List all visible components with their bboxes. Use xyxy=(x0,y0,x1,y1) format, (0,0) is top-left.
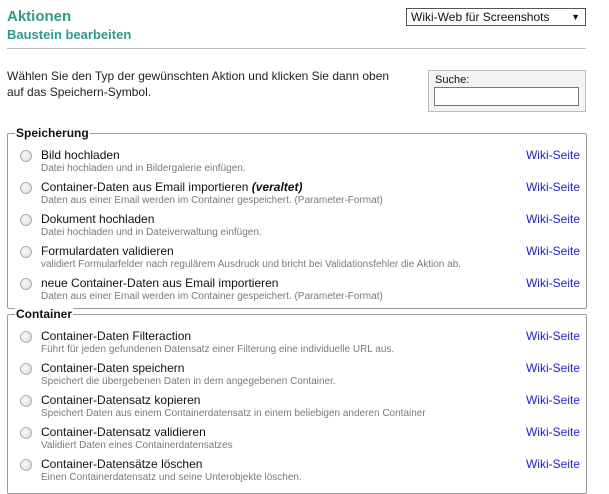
action-title: Formulardaten validieren xyxy=(41,244,174,258)
action-item: neue Container-Daten aus Email importier… xyxy=(8,275,586,307)
action-item: Container-Daten Filteraction Führt für j… xyxy=(8,328,586,360)
action-title: Bild hochladen xyxy=(41,148,120,162)
wiki-page-link[interactable]: Wiki-Seite xyxy=(526,147,580,163)
action-title: Container-Daten aus Email importieren (v… xyxy=(41,180,303,194)
wiki-page-link[interactable]: Wiki-Seite xyxy=(526,360,580,376)
wiki-page-link[interactable]: Wiki-Seite xyxy=(526,275,580,291)
group-legend: Speicherung xyxy=(15,126,90,140)
action-radio[interactable] xyxy=(20,214,32,226)
action-title: Dokument hochladen xyxy=(41,212,155,226)
action-title: neue Container-Daten aus Email importier… xyxy=(41,276,279,290)
action-radio[interactable] xyxy=(20,150,32,162)
action-description: Validiert Daten eines Containerdatensatz… xyxy=(41,440,233,451)
site-select[interactable]: Wiki-Web für Screenshots ▼ xyxy=(406,8,586,26)
wiki-page-link[interactable]: Wiki-Seite xyxy=(526,179,580,195)
action-radio[interactable] xyxy=(20,459,32,471)
wiki-page-link[interactable]: Wiki-Seite xyxy=(526,424,580,440)
action-item: Container-Datensatz validieren Validiert… xyxy=(8,424,586,456)
action-description: Datei hochladen und in Dateiverwaltung e… xyxy=(41,227,262,238)
action-description: Datei hochladen und in Bildergalerie ein… xyxy=(41,163,246,174)
action-title: Container-Datensätze löschen xyxy=(41,457,203,471)
action-description: validiert Formularfelder nach regulärem … xyxy=(41,259,462,270)
action-radio[interactable] xyxy=(20,331,32,343)
action-radio[interactable] xyxy=(20,427,32,439)
search-panel: Suche: xyxy=(428,70,586,112)
action-description: Speichert die übergebenen Daten in dem a… xyxy=(41,376,336,387)
wiki-page-link[interactable]: Wiki-Seite xyxy=(526,243,580,259)
action-description: Daten aus einer Email werden im Containe… xyxy=(41,195,383,206)
header-divider xyxy=(7,48,586,49)
intro-text: Wählen Sie den Typ der gewünschten Aktio… xyxy=(7,69,390,99)
search-label: Suche: xyxy=(435,74,470,86)
action-radio[interactable] xyxy=(20,246,32,258)
wiki-page-link[interactable]: Wiki-Seite xyxy=(526,392,580,408)
page-title: Aktionen xyxy=(7,8,72,25)
action-item: Container-Daten speichern Speichert die … xyxy=(8,360,586,392)
action-title: Container-Daten speichern xyxy=(41,361,185,375)
action-description: Daten aus einer Email werden im Containe… xyxy=(41,291,383,302)
action-item: Bild hochladen Datei hochladen und in Bi… xyxy=(8,147,586,179)
group-legend: Container xyxy=(15,307,74,321)
wiki-page-link[interactable]: Wiki-Seite xyxy=(526,456,580,472)
action-radio[interactable] xyxy=(20,278,32,290)
action-description: Einen Containerdatensatz und seine Unter… xyxy=(41,472,302,483)
action-radio[interactable] xyxy=(20,363,32,375)
action-item: Dokument hochladen Datei hochladen und i… xyxy=(8,211,586,243)
group-container: Container Container-Daten Filteraction F… xyxy=(7,307,587,494)
group-speicherung: Speicherung Bild hochladen Datei hochlad… xyxy=(7,126,587,309)
action-item: Container-Datensätze löschen Einen Conta… xyxy=(8,456,586,488)
action-title: Container-Datensatz kopieren xyxy=(41,393,201,407)
action-radio[interactable] xyxy=(20,395,32,407)
action-title: Container-Datensatz validieren xyxy=(41,425,206,439)
wiki-page-link[interactable]: Wiki-Seite xyxy=(526,328,580,344)
action-description: Führt für jeden gefundenen Datensatz ein… xyxy=(41,344,395,355)
action-radio[interactable] xyxy=(20,182,32,194)
chevron-down-icon: ▼ xyxy=(571,12,580,22)
wiki-page-link[interactable]: Wiki-Seite xyxy=(526,211,580,227)
action-item: Formulardaten validieren validiert Formu… xyxy=(8,243,586,275)
action-title: Container-Daten Filteraction xyxy=(41,329,192,343)
action-item: Container-Datensatz kopieren Speichert D… xyxy=(8,392,586,424)
site-select-value: Wiki-Web für Screenshots xyxy=(411,10,550,24)
deprecated-tag: (veraltet) xyxy=(251,180,303,194)
action-item: Container-Daten aus Email importieren (v… xyxy=(8,179,586,211)
search-input[interactable] xyxy=(434,87,579,106)
action-description: Speichert Daten aus einem Containerdaten… xyxy=(41,408,426,419)
page-subtitle: Baustein bearbeiten xyxy=(7,27,132,42)
